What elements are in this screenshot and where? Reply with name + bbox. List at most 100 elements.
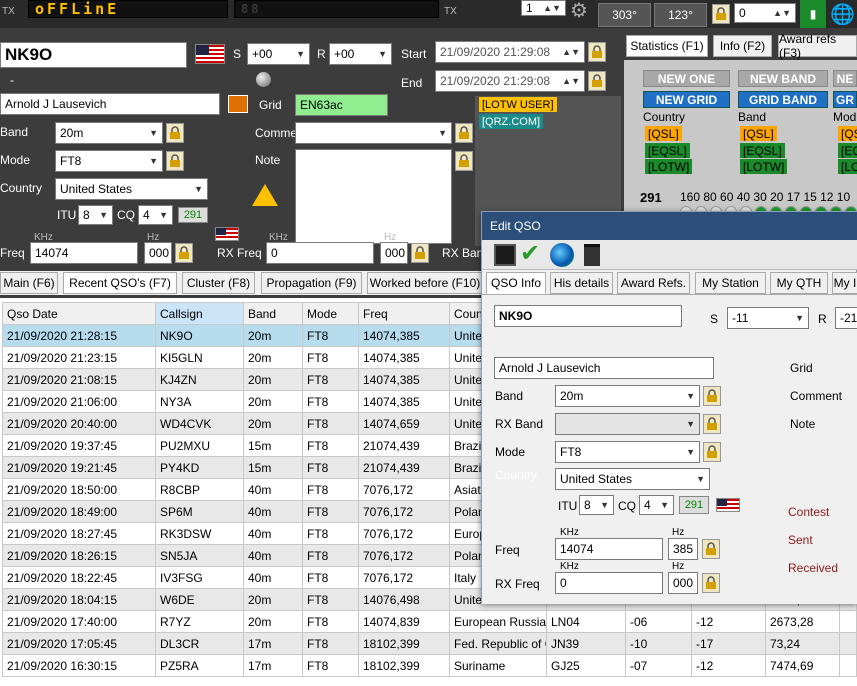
comment-lock-icon[interactable]: [455, 123, 473, 143]
dialog-title[interactable]: Edit QSO: [482, 212, 857, 240]
dialog-rst-sent[interactable]: -11 ▼: [727, 307, 809, 329]
start-lock-icon[interactable]: [588, 42, 606, 62]
tab-propagation[interactable]: Propagation (F9): [261, 272, 362, 294]
save-icon[interactable]: [494, 244, 516, 266]
table-cell: -10: [625, 632, 692, 655]
dialog-cq-select[interactable]: 4 ▼: [639, 495, 674, 515]
freq-lock-icon[interactable]: [175, 243, 193, 263]
dialog-name-input[interactable]: Arnold J Lausevich: [494, 357, 714, 379]
mode-select[interactable]: FT8 ▼: [55, 150, 163, 172]
cq-select[interactable]: 4 ▼: [138, 205, 173, 225]
table-cell: 21/09/2020 21:23:15: [2, 346, 156, 369]
column-header[interactable]: Band: [243, 302, 303, 325]
rst-sent-select[interactable]: +00 ▼: [247, 43, 310, 65]
dialog-tab-his-details[interactable]: His details: [550, 272, 613, 294]
table-cell: FT8: [302, 324, 359, 347]
country-stat-label: Country: [643, 110, 686, 124]
globe-icon[interactable]: 🌐: [830, 2, 855, 26]
lotw-user-badge-top[interactable]: [LOTW USER]: [479, 97, 557, 112]
dialog-mode-lock-icon[interactable]: [703, 442, 721, 462]
dialog-tab-more[interactable]: My I: [832, 272, 857, 294]
signal-icon[interactable]: ▮: [800, 0, 826, 28]
callsign-input[interactable]: NK9O: [0, 42, 187, 68]
dialog-band-select[interactable]: 20m ▼: [555, 385, 700, 407]
grid-input[interactable]: EN63ac: [295, 94, 388, 116]
dialog-tab-award-refs[interactable]: Award Refs.: [617, 272, 690, 294]
dialog-rx-band-select[interactable]: ▼: [555, 413, 700, 435]
dialog-rx-hz-input[interactable]: 000: [668, 572, 698, 594]
lock-icon[interactable]: [712, 4, 730, 24]
dialog-band-lock-icon[interactable]: [703, 386, 721, 406]
band-qsl-badge: [QSL]: [740, 126, 777, 141]
card-icon[interactable]: [228, 95, 248, 113]
country-select[interactable]: United States ▼: [55, 178, 208, 200]
table-cell: FT8: [302, 434, 359, 457]
itu-label: ITU: [57, 208, 77, 222]
rotor-input[interactable]: 0 ▲▼: [734, 3, 796, 23]
rx-freq-input[interactable]: 0: [266, 242, 374, 264]
tab-cluster[interactable]: Cluster (F8): [182, 272, 255, 294]
dialog-freq-lock-icon[interactable]: [702, 539, 720, 559]
column-header[interactable]: Callsign: [155, 302, 244, 325]
comment-select[interactable]: ▼: [295, 122, 452, 144]
hz-input[interactable]: 000: [144, 242, 172, 264]
note-lock-icon[interactable]: [455, 151, 473, 171]
gear-icon[interactable]: ⚙: [570, 0, 592, 22]
table-row[interactable]: 21/09/2020 17:05:45 DL3CR 17m FT8 18102,399 F…: [2, 632, 857, 655]
freq-input[interactable]: 14074: [30, 242, 138, 264]
dialog-freq-input[interactable]: 14074: [555, 538, 663, 560]
dialog-rx-freq-input[interactable]: 0: [555, 572, 663, 594]
dialog-tab-my-qth[interactable]: My QTH: [770, 272, 828, 294]
name-input[interactable]: Arnold J Lausevich: [0, 93, 220, 115]
rst-received-select[interactable]: +00 ▼: [329, 43, 392, 65]
dialog-itu-select[interactable]: 8 ▼: [579, 495, 614, 515]
column-header[interactable]: Qso Date: [2, 302, 156, 325]
dialog-tab-qso-info[interactable]: QSO Info: [486, 272, 546, 294]
dialog-rx-khz-label: KHz: [560, 561, 579, 572]
dialog-mode-select[interactable]: FT8 ▼: [555, 441, 700, 463]
dialog-callsign-input[interactable]: NK9O: [494, 305, 682, 327]
itu-select[interactable]: 8 ▼: [78, 205, 113, 225]
table-row[interactable]: 21/09/2020 16:30:15 PZ5RA 17m FT8 18102,399 S…: [2, 654, 857, 677]
table-cell: -06: [625, 610, 692, 633]
vfo-spinner[interactable]: 1 ▲▼: [521, 0, 566, 16]
dxcc-count: 291: [640, 190, 662, 205]
column-header[interactable]: Freq: [358, 302, 450, 325]
dialog-note-label: Note: [790, 417, 816, 431]
dialog-rx-freq-lock-icon[interactable]: [702, 573, 720, 593]
dialog-country-select[interactable]: United States ▼: [555, 468, 710, 490]
table-row[interactable]: 21/09/2020 17:40:00 R7YZ 20m FT8 14074,839 Eu…: [2, 610, 857, 633]
dialog-hz-input[interactable]: 385: [668, 538, 698, 560]
azimuth-button[interactable]: 303°: [598, 3, 651, 27]
band-lock-icon[interactable]: [166, 123, 184, 143]
qrz-badge-top[interactable]: [QRZ.COM]: [479, 114, 544, 129]
note-label: Note: [255, 153, 281, 167]
s-label: S: [233, 47, 242, 61]
note-textarea[interactable]: [295, 149, 452, 244]
dialog-rst-received[interactable]: -21: [835, 307, 857, 329]
dialog-rx-band-lock-icon[interactable]: [703, 414, 721, 434]
table-cell: FT8: [302, 478, 359, 501]
tab-recent-qsos[interactable]: Recent QSO's (F7): [63, 272, 177, 294]
dxcc-number: 291: [178, 207, 208, 223]
globe-lookup-icon[interactable]: [550, 243, 574, 267]
trash-icon[interactable]: [584, 244, 600, 266]
mode-lock-icon[interactable]: [166, 151, 184, 171]
dialog-tab-my-station[interactable]: My Station: [695, 272, 766, 294]
tab-info[interactable]: Info (F2): [713, 35, 772, 57]
tab-main[interactable]: Main (F6): [0, 272, 58, 294]
tab-award-refs[interactable]: Award refs (F3): [778, 32, 857, 60]
column-header[interactable]: Mode: [302, 302, 359, 325]
end-lock-icon[interactable]: [588, 71, 606, 91]
check-icon[interactable]: ✔: [520, 241, 540, 267]
reverse-azimuth-button[interactable]: 123°: [654, 3, 707, 27]
rx-freq-lock-icon[interactable]: [411, 243, 429, 263]
tab-statistics[interactable]: Statistics (F1): [626, 35, 708, 57]
tx-label: TX: [2, 6, 15, 17]
tab-worked-before[interactable]: Worked before (F10): [367, 272, 483, 294]
rx-hz-input[interactable]: 000: [380, 242, 408, 264]
end-datetime[interactable]: 21/09/2020 21:29:08 ▲▼: [435, 70, 585, 92]
start-datetime[interactable]: 21/09/2020 21:29:08 ▲▼: [435, 41, 585, 63]
end-label: End: [401, 76, 423, 90]
band-select[interactable]: 20m ▼: [55, 122, 163, 144]
